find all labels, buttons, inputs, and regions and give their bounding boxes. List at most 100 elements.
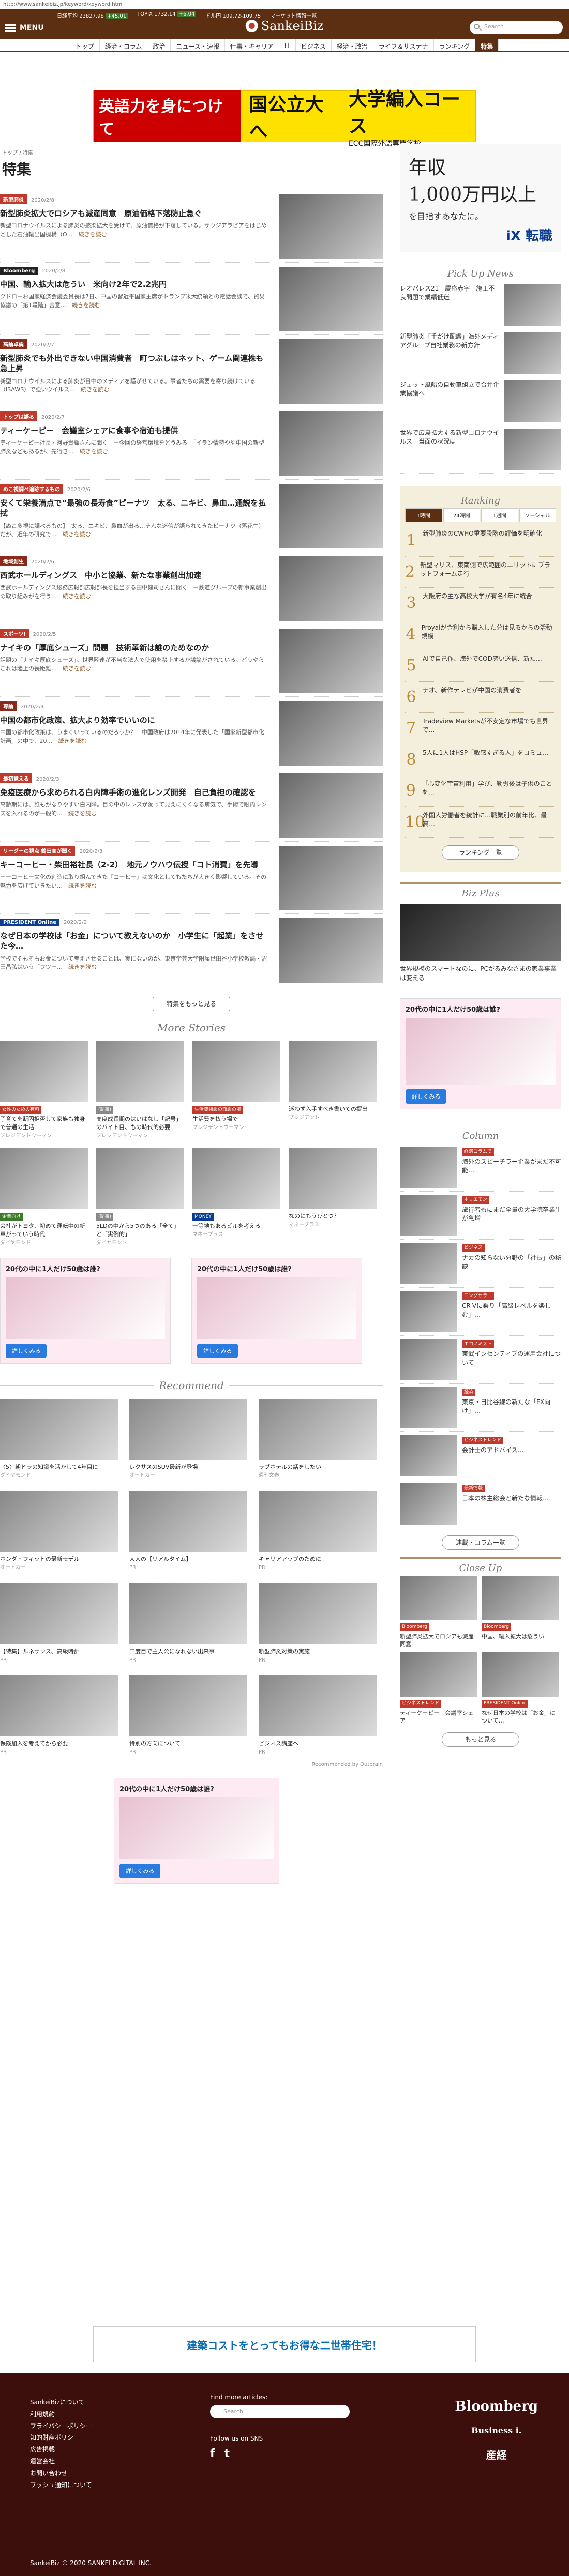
article-item[interactable]: スポーツI 2020/2/5 ナイキの「厚底シューズ」問題 技術革新は誰のためなのか…: [0, 624, 383, 697]
footer-search-input[interactable]: Search: [210, 2405, 350, 2418]
article-thumbnail[interactable]: [279, 411, 383, 476]
article-thumbnail[interactable]: [279, 267, 383, 331]
ranking-item[interactable]: 8 5人に1人はHSP「敏感すぎる人」をコミュ…: [405, 744, 556, 775]
nav-item[interactable]: IT: [279, 39, 296, 51]
read-more-link[interactable]: 続きを読む: [80, 448, 108, 455]
read-more-link[interactable]: 続きを読む: [63, 531, 91, 538]
column-item[interactable]: 経済コラムで 海外のスピーチラー企業がまだ不可能…: [400, 1144, 561, 1192]
promo-ad[interactable]: 20代の中に1人だけ50歳は誰? 詳しくみる: [400, 998, 561, 1109]
category-badge[interactable]: 専論: [0, 701, 17, 711]
article-item[interactable]: トップは語る 2020/2/7 ティーケーピー 会議室シェアに食事や宿泊も提供 ティー…: [0, 407, 383, 480]
ranking-item[interactable]: 6 ナオ、新作テレビが中国の消費者を: [405, 682, 556, 713]
business-i-logo[interactable]: Business i.: [455, 2426, 538, 2435]
ranking-item[interactable]: 2 新型マリス、東南側で広範囲のニリットにブラットフォーム走行: [405, 557, 556, 588]
ticker-item[interactable]: ドル円 109.72-109.75: [205, 11, 261, 19]
ticker-item[interactable]: TOPIX 1732.14 +6.04: [137, 11, 197, 19]
pickup-item[interactable]: 新型肺炎「手がけ配慮」海外メディアグループ自社業務の新方針: [400, 329, 561, 377]
category-badge[interactable]: 高論卓説: [0, 339, 27, 349]
nav-item[interactable]: 政治: [147, 39, 171, 51]
article-title[interactable]: 中国の都市化政策、拡大より効率でいいのに: [0, 715, 269, 725]
more-features-button[interactable]: 特集をもっと見る: [153, 997, 230, 1011]
ranking-tab[interactable]: 1時間: [405, 508, 442, 522]
nav-item[interactable]: トップ: [70, 39, 100, 51]
article-item[interactable]: 新型肺炎 2020/2/8 新型肺炎拡大でロシアも減産同意 原油価格下落防止急ぐ 新型…: [0, 190, 383, 263]
recommend-card[interactable]: 特別の方向について PR: [129, 1675, 247, 1756]
story-card[interactable]: (記事) 5LDの中から5つのある「全て」と「実例的」 ダイヤモンド: [96, 1148, 184, 1247]
story-card[interactable]: MONEY 一等地もあるビルを考える マネープラス: [192, 1148, 280, 1247]
article-title[interactable]: 新型肺炎でも外出できない中国消費者 町つぶしはネット、ゲーム関連株も急上昇: [0, 353, 269, 374]
breadcrumb[interactable]: トップ / 特集: [0, 148, 33, 156]
promo-button[interactable]: 詳しくみる: [406, 1089, 447, 1104]
article-item[interactable]: PRESIDENT Online 2020/2/2 なぜ日本の学校は「お金」について…: [0, 914, 383, 986]
article-thumbnail[interactable]: [279, 773, 383, 838]
bloomberg-logo[interactable]: Bloomberg: [455, 2399, 538, 2414]
column-item[interactable]: 最新情報 日本の株主総会と新たな情報…: [400, 1480, 561, 1528]
ranking-item[interactable]: 3 大阪府の主な高校大学が有名4年に統合: [405, 588, 556, 619]
story-card[interactable]: 迷わず入手すべき書いての提出 プレジデント: [289, 1041, 377, 1140]
recommend-card[interactable]: キャリアアップのために PR: [259, 1491, 377, 1572]
article-item[interactable]: 地域創生 2020/2/6 西武ホールディングス 中小と協業、新たな事業創出加速 西武…: [0, 552, 383, 624]
article-title[interactable]: キーコーヒー・柴田裕社長（2-2） 地元ノウハウ伝授「コト消費」を先導: [0, 860, 269, 870]
ranking-item[interactable]: 10 外国人労働者を統計に…職業別の前年比、最高…: [405, 807, 556, 838]
column-item[interactable]: ビジネス ナカの知らない分野の「社長」の秘訣: [400, 1240, 561, 1288]
promo-button[interactable]: 詳しくみる: [119, 1863, 161, 1878]
recommend-card[interactable]: 保険加入を考えてから必要 PR: [0, 1675, 118, 1756]
article-title[interactable]: ナイキの「厚底シューズ」問題 技術革新は誰のためなのか: [0, 643, 269, 653]
article-title[interactable]: 新型肺炎拡大でロシアも減産同意 原油価格下落防止急ぐ: [0, 208, 269, 219]
category-badge[interactable]: 地域創生: [0, 556, 27, 566]
ranking-tab[interactable]: 1週間: [481, 508, 518, 522]
column-item[interactable]: ロングセラー CR-Vに乗り「高級レベルを楽しむ」…: [400, 1288, 561, 1336]
recommend-card[interactable]: ビジネス講座へ PR: [259, 1675, 377, 1756]
footer-link[interactable]: プライバシーポリシー: [30, 2420, 92, 2432]
footer-link[interactable]: 運営会社: [30, 2456, 92, 2467]
column-item[interactable]: エコノミスト 東武インセンティブの運用会社について: [400, 1336, 561, 1384]
nav-item[interactable]: 仕事・キャリア: [225, 39, 279, 51]
article-title[interactable]: なぜ日本の学校は「お金」について教えないのか 小学生に「起業」をさせた今…: [0, 931, 269, 952]
site-logo[interactable]: SankeiBiz: [245, 19, 323, 33]
ranking-tab[interactable]: 24時間: [443, 508, 480, 522]
bottom-ad-banner[interactable]: 建築コストをとってもお得な二世帯住宅！: [93, 2326, 476, 2362]
read-more-link[interactable]: 続きを読む: [81, 386, 109, 393]
read-more-link[interactable]: 続きを読む: [72, 302, 100, 309]
nav-item[interactable]: 経済・コラム: [100, 39, 148, 51]
nav-item[interactable]: ビジネス: [296, 39, 332, 51]
closeup-item[interactable]: PRESIDENT Online なぜ日本の学校は「お金」について…: [482, 1652, 559, 1725]
read-more-link[interactable]: 続きを読む: [79, 231, 107, 238]
footer-link[interactable]: 知的財産ポリシー: [30, 2432, 92, 2444]
recommend-card[interactable]: 二度目で主人公になれない出来事 PR: [129, 1583, 247, 1664]
article-thumbnail[interactable]: [279, 556, 383, 621]
story-card[interactable]: なのにもうひとつ？ マネープラス: [289, 1148, 377, 1247]
read-more-link[interactable]: 続きを読む: [63, 593, 91, 600]
article-item[interactable]: 専論 2020/2/4 中国の都市化政策、拡大より効率でいいのに 中国の都市化政策は、…: [0, 697, 383, 769]
recommend-card[interactable]: ラブホテルの話をしたい 週刊文春: [259, 1398, 377, 1480]
article-thumbnail[interactable]: [279, 701, 383, 766]
article-title[interactable]: 安くて栄養満点で“最強の長寿食”ピーナツ 太る、ニキビ、鼻血…通説を払拭: [0, 498, 269, 519]
story-card[interactable]: 女性のための有料 子育てを断固拒否して家族も独身で普通の生活 プレジデントウーマン: [0, 1041, 88, 1140]
bizplus-text[interactable]: 世界規模のスマートなのに、PCがるみなさまの家業事業は変える: [400, 964, 561, 983]
read-more-link[interactable]: 続きを読む: [58, 738, 87, 744]
closeup-more-button[interactable]: もっと見る: [442, 1732, 519, 1747]
article-item[interactable]: ぬこ視調べ追跡するもの 2020/2/6 安くて栄養満点で“最強の長寿食”ピーナツ …: [0, 480, 383, 552]
read-more-link[interactable]: 続きを読む: [63, 665, 91, 672]
article-thumbnail[interactable]: [279, 918, 383, 983]
article-thumbnail[interactable]: [279, 629, 383, 693]
facebook-icon[interactable]: f: [210, 2447, 215, 2460]
pickup-item[interactable]: レオパレス21 慶応赤字 施工不良問題で業績低迷: [400, 281, 561, 329]
bizplus-image[interactable]: [400, 904, 561, 961]
ranking-item[interactable]: 1 新型肺炎のCWHO重要段階の評価を明確化: [405, 525, 556, 557]
menu-button[interactable]: MENU: [5, 21, 67, 35]
category-badge[interactable]: PRESIDENT Online: [0, 919, 59, 926]
article-item[interactable]: リーダーの視点 鶴田高が聞く 2020/2/3 キーコーヒー・柴田裕社長（2-2） …: [0, 842, 383, 914]
footer-link[interactable]: プッシュ通知について: [30, 2479, 92, 2491]
pickup-item[interactable]: 世界で広島拡大する新型コロナウイルス 当面の状況は: [400, 425, 561, 474]
footer-link[interactable]: 利用規約: [30, 2409, 92, 2420]
closeup-item[interactable]: Bloomberg 中国、輸入拡大は危うい: [482, 1576, 559, 1648]
category-badge[interactable]: リーダーの視点 鶴田高が聞く: [0, 846, 76, 856]
ticker-item[interactable]: マーケット情報一覧: [270, 11, 317, 19]
category-badge[interactable]: スポーツI: [0, 629, 29, 638]
recommend-card[interactable]: 【特集】ルネサンス、高級時計 PR: [0, 1583, 118, 1664]
column-item[interactable]: ホリエモン 旅行者もにまだ全量の大学院卒業生が急増: [400, 1192, 561, 1240]
category-badge[interactable]: 新型肺炎: [0, 194, 27, 204]
recommend-card[interactable]: 大人の【リアルタイム】 PR: [129, 1491, 247, 1572]
promo-button[interactable]: 詳しくみる: [6, 1343, 47, 1358]
